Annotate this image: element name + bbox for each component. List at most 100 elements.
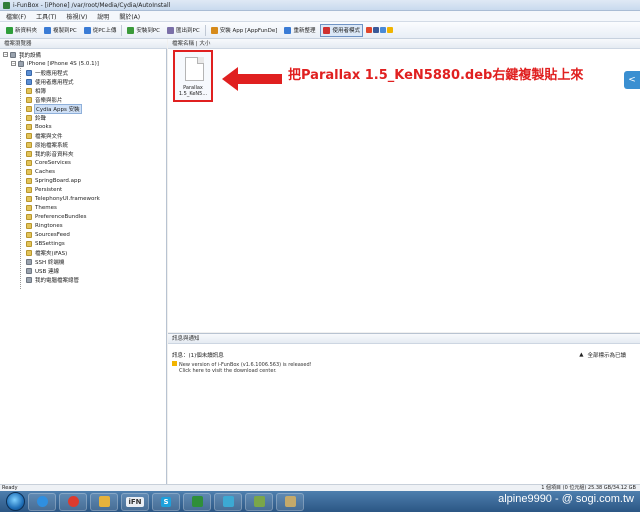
tree-item[interactable]: Caches — [0, 167, 167, 176]
message-list: New version of i-FunBox (v1.6.1006.563) … — [172, 361, 312, 374]
toolbar-icon — [83, 26, 91, 34]
tree-item[interactable]: SSH 終端機 — [0, 257, 167, 266]
tree-item[interactable]: Ringtones — [0, 221, 167, 230]
tree-item[interactable]: − iPhone [iPhone 4S (5.0.1)] — [0, 59, 167, 68]
message-line-release[interactable]: New version of i-FunBox (v1.6.1006.563) … — [172, 361, 312, 368]
tree-item[interactable]: SourcesFeed — [0, 230, 167, 239]
social-icon-0[interactable] — [365, 27, 372, 33]
toolbar-button-4[interactable]: 匯出到PC — [165, 24, 202, 37]
tree-item[interactable]: Cydia Apps 安裝 — [0, 103, 167, 114]
tree-item[interactable]: 鈴聲 — [0, 113, 167, 122]
tree-item[interactable]: Themes — [0, 203, 167, 212]
tree-item[interactable]: 使用者應用程式 — [0, 77, 167, 86]
menu-tools[interactable]: 工具(T) — [36, 12, 56, 21]
tree-item-label: CoreServices — [35, 159, 71, 166]
taskbar-items: iFN S — [28, 492, 304, 511]
folder-icon — [26, 177, 32, 184]
tree-item-label: 我的電腦檔案總管 — [35, 277, 80, 284]
menu-view[interactable]: 檢視(V) — [67, 12, 88, 21]
toolbar-button-7[interactable]: 使用者模式 — [320, 23, 363, 37]
toolbar: 新資料夾 複製到PC 從PC上傳 安裝到PC 匯出到PC 安裝 App [AppFunDe… — [0, 22, 640, 39]
toolbar-button-2[interactable]: 從PC上傳 — [82, 24, 119, 37]
tree-item[interactable]: TelephonyUI.framework — [0, 194, 167, 203]
tree-item[interactable]: − 我的設備 — [0, 50, 167, 59]
document-icon — [185, 57, 204, 81]
toolbar-button-5[interactable]: 安裝 App [AppFunDe] — [209, 24, 280, 37]
folder-icon — [26, 195, 32, 202]
tree-item[interactable]: Persistent — [0, 185, 167, 194]
deb-file-item[interactable]: Parallax 1.5_KeN5... — [173, 50, 213, 102]
taskbar-item-8[interactable] — [276, 492, 304, 511]
taskbar-item-7[interactable] — [245, 492, 273, 511]
taskbar-item-6[interactable] — [214, 492, 242, 511]
social-icon-3[interactable] — [386, 27, 393, 33]
tree-item[interactable]: USB 連線 — [0, 266, 167, 275]
tree-item[interactable]: 檔案夾(iFAS) — [0, 248, 167, 257]
menu-help[interactable]: 說明 — [97, 12, 109, 21]
paint-icon — [222, 496, 234, 507]
folder-icon — [26, 186, 32, 193]
ie-icon — [36, 496, 48, 507]
annotation-text: 把Parallax 1.5_KeN5880.deb右鍵複製貼上來 — [288, 68, 584, 83]
taskbar-item-3[interactable]: iFN — [121, 492, 149, 511]
tree-item[interactable]: SpringBoard.app — [0, 176, 167, 185]
folder-icon — [26, 159, 32, 166]
taskbar-item-1[interactable] — [59, 492, 87, 511]
menu-bar: 檔案(F) 工具(T) 檢視(V) 說明 關於(A) — [0, 11, 640, 22]
tree-item-label: USB 連線 — [35, 268, 60, 275]
toolbar-button-label: 複製到PC — [53, 28, 77, 34]
menu-about[interactable]: 關於(A) — [119, 12, 140, 21]
tree-item[interactable]: 相簿 — [0, 86, 167, 95]
tree-item[interactable]: 我的影音資料夾 — [0, 149, 167, 158]
toolbar-separator — [121, 24, 123, 36]
tree-item-label: SSH 終端機 — [35, 259, 65, 266]
tree-item-label: Persistent — [35, 186, 63, 193]
toolbar-button-0[interactable]: 新資料夾 — [4, 24, 39, 37]
toolbar-button-1[interactable]: 複製到PC — [42, 24, 79, 37]
tree-item[interactable]: SBSettings — [0, 239, 167, 248]
tree-item[interactable]: 一般應用程式 — [0, 68, 167, 77]
side-panel-toggle[interactable]: < — [624, 71, 640, 89]
tree-item[interactable]: 音樂與影片 — [0, 95, 167, 104]
tree-item[interactable]: 檔案與文件 — [0, 131, 167, 140]
collapse-icon[interactable]: − — [3, 52, 8, 57]
toolbar-button-label: 從PC上傳 — [92, 28, 117, 34]
device-icon — [26, 267, 32, 274]
toolbar-icon — [44, 26, 52, 34]
taskbar-item-2[interactable] — [90, 492, 118, 511]
menu-file[interactable]: 檔案(F) — [6, 12, 26, 21]
start-button[interactable] — [6, 492, 25, 511]
tree-item-label: Themes — [35, 204, 57, 211]
tree-item-label: Caches — [35, 168, 55, 175]
watermark-text: alpine9990 - @ sogi.com.tw — [498, 493, 634, 505]
toolbar-icon — [323, 26, 331, 34]
tree-item[interactable]: Books — [0, 122, 167, 131]
collapse-icon[interactable]: − — [11, 61, 16, 66]
tree-item[interactable]: PreferenceBundles — [0, 212, 167, 221]
folder-icon — [26, 123, 32, 130]
message-download-link: Click here to visit the download center. — [179, 368, 277, 374]
deb-file-name-line2: 1.5_KeN5... — [178, 91, 208, 97]
windows-taskbar: iFN S alpine9990 - @ sogi.com.tw — [0, 491, 640, 512]
taskbar-item-0[interactable] — [28, 492, 56, 511]
tree-item[interactable]: 原始檔案系統 — [0, 140, 167, 149]
tree-item[interactable]: CoreServices — [0, 158, 167, 167]
tree-item-label: iPhone [iPhone 4S (5.0.1)] — [27, 60, 99, 67]
toolbar-icon — [167, 26, 175, 34]
social-icon-1[interactable] — [372, 27, 379, 33]
toolbar-icon — [127, 26, 135, 34]
mark-all-read[interactable]: ▲ 全部標示為已讀 — [579, 351, 626, 359]
taskbar-item-5[interactable] — [183, 492, 211, 511]
folder-icon — [26, 96, 32, 103]
toolbar-button-label: 新資料夾 — [15, 28, 38, 34]
warning-triangle-icon: ▲ — [579, 352, 584, 358]
toolbar-button-6[interactable]: 重新整理 — [282, 24, 317, 37]
toolbar-button-3[interactable]: 安裝到PC — [125, 24, 162, 37]
tree-item-label: 相簿 — [35, 88, 47, 95]
taskbar-item-4[interactable]: S — [152, 492, 180, 511]
message-count: 訊息：(1)個未讀訊息 — [172, 353, 224, 359]
tree-item-label: Ringtones — [35, 222, 63, 229]
social-icon-2[interactable] — [379, 27, 386, 33]
message-line-download[interactable]: Click here to visit the download center. — [172, 368, 312, 374]
tree-item[interactable]: 我的電腦檔案總管 — [0, 275, 167, 284]
